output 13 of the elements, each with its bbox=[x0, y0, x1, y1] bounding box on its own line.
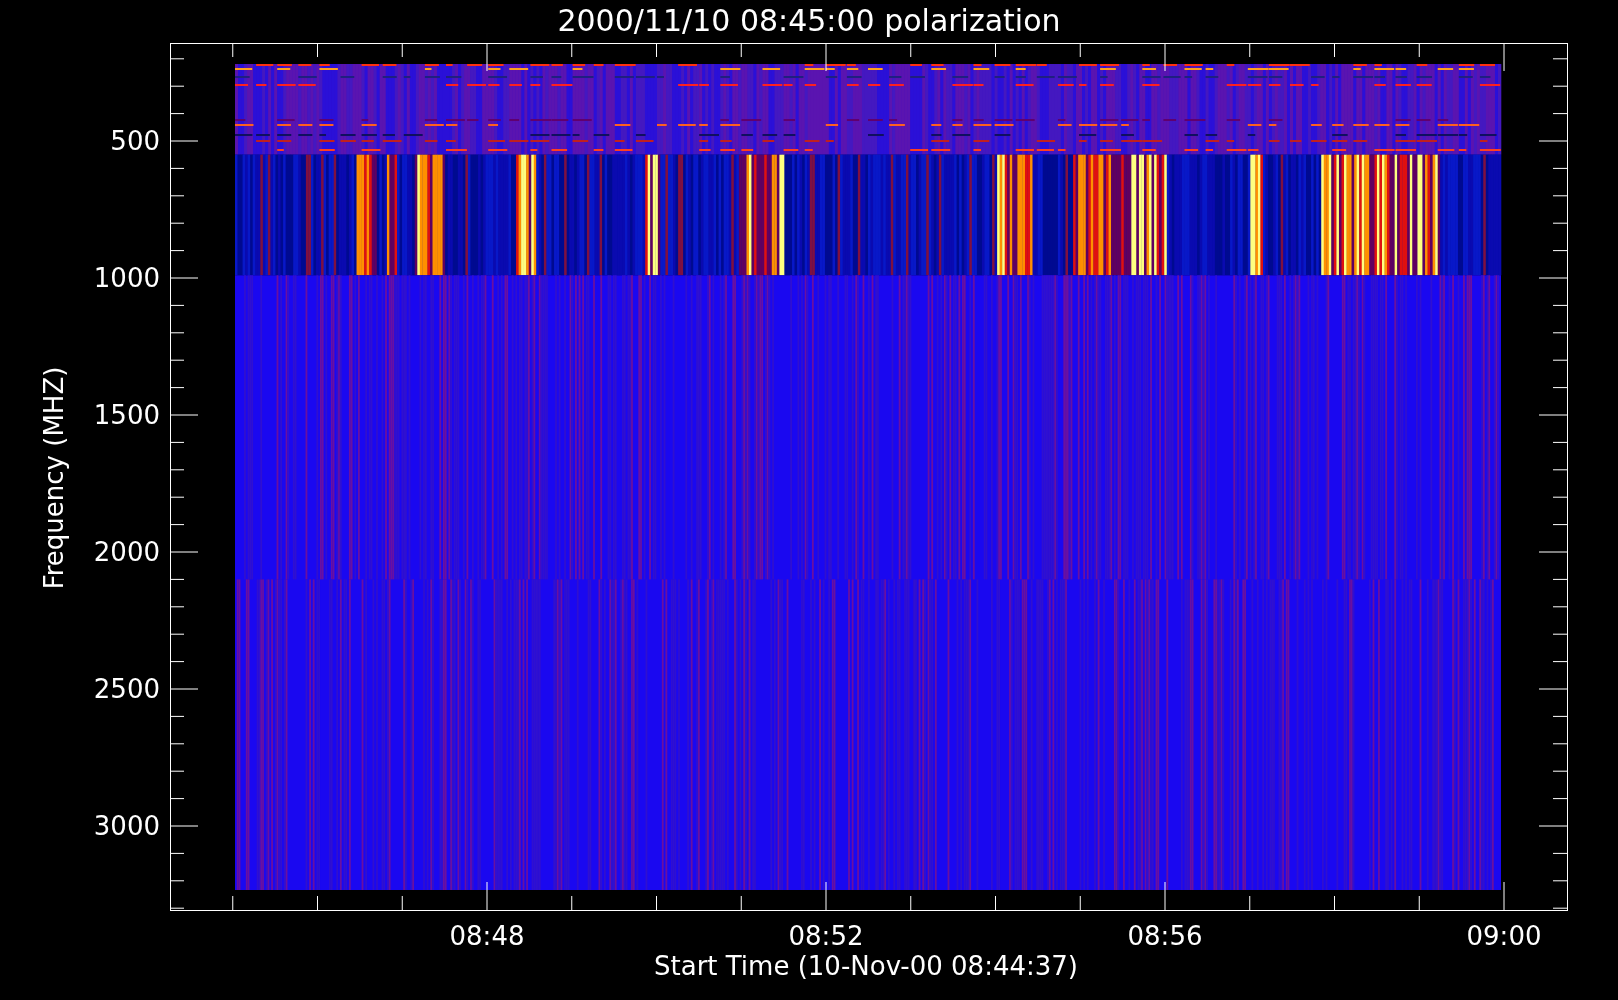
y-tick-label: 1500 bbox=[93, 400, 160, 430]
y-tick-label: 3000 bbox=[93, 811, 160, 841]
y-tick-label: 1000 bbox=[93, 263, 160, 293]
x-tick-label: 08:52 bbox=[788, 921, 864, 951]
x-tick-label: 08:48 bbox=[449, 921, 525, 951]
y-tick-label: 2000 bbox=[93, 537, 160, 567]
y-tick-label: 500 bbox=[110, 126, 160, 156]
y-axis-label: Frequency (MHZ) bbox=[39, 366, 69, 590]
x-tick-label: 09:00 bbox=[1466, 921, 1542, 951]
x-tick-label: 08:56 bbox=[1127, 921, 1203, 951]
y-tick-label: 2500 bbox=[93, 674, 160, 704]
chart-title: 2000/11/10 08:45:00 polarization bbox=[557, 3, 1061, 38]
x-axis-label: Start Time (10-Nov-00 08:44:37) bbox=[654, 951, 1078, 981]
